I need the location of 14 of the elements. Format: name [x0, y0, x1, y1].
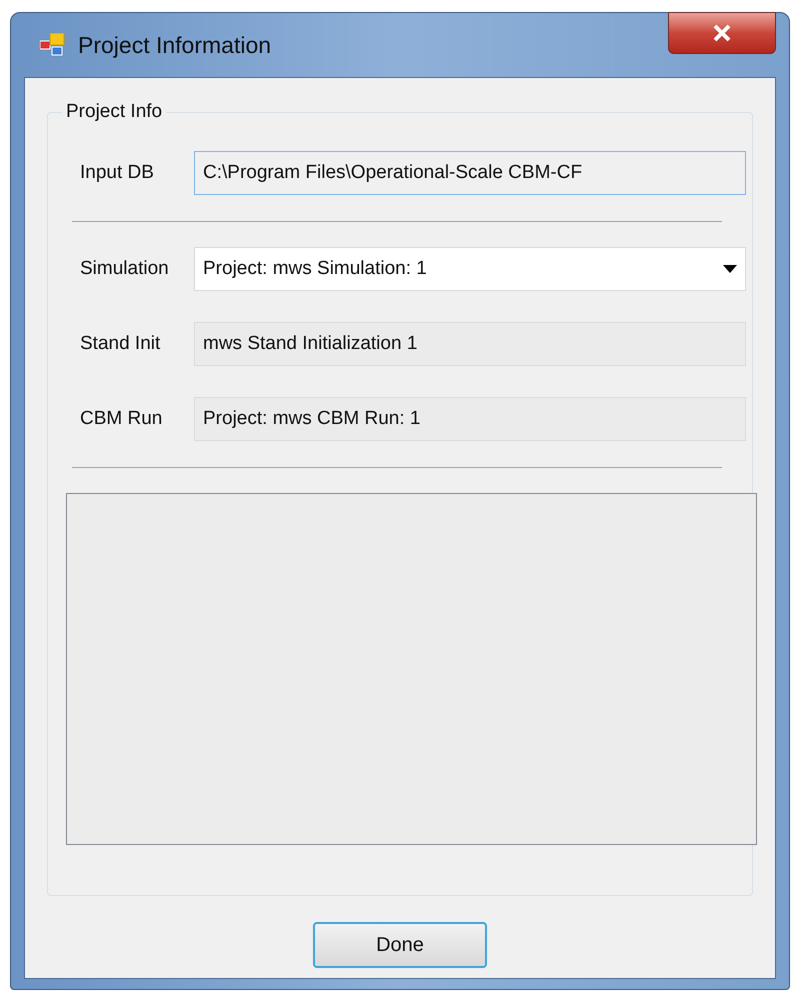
- close-icon: [712, 24, 732, 42]
- field-label: Simulation: [79, 256, 170, 281]
- field-label: CBM Run: [79, 406, 164, 431]
- app-icon: [40, 33, 66, 57]
- close-button[interactable]: [668, 12, 776, 54]
- caret-icon: [723, 265, 737, 273]
- readonly-field: Project: mws CBM Run: 1: [194, 397, 746, 441]
- path-field[interactable]: C:\Program Files\Operational-Scale CBM-CF: [194, 151, 746, 195]
- done-button[interactable]: Done: [313, 922, 487, 968]
- simulation-dropdown[interactable]: Project: mws Simulation: 1: [194, 247, 746, 291]
- field-label: Stand Init: [79, 332, 162, 356]
- field-label: Input DB: [79, 160, 155, 185]
- window-title: Project Information: [78, 30, 272, 60]
- readonly-field: mws Stand Initialization 1: [194, 322, 746, 366]
